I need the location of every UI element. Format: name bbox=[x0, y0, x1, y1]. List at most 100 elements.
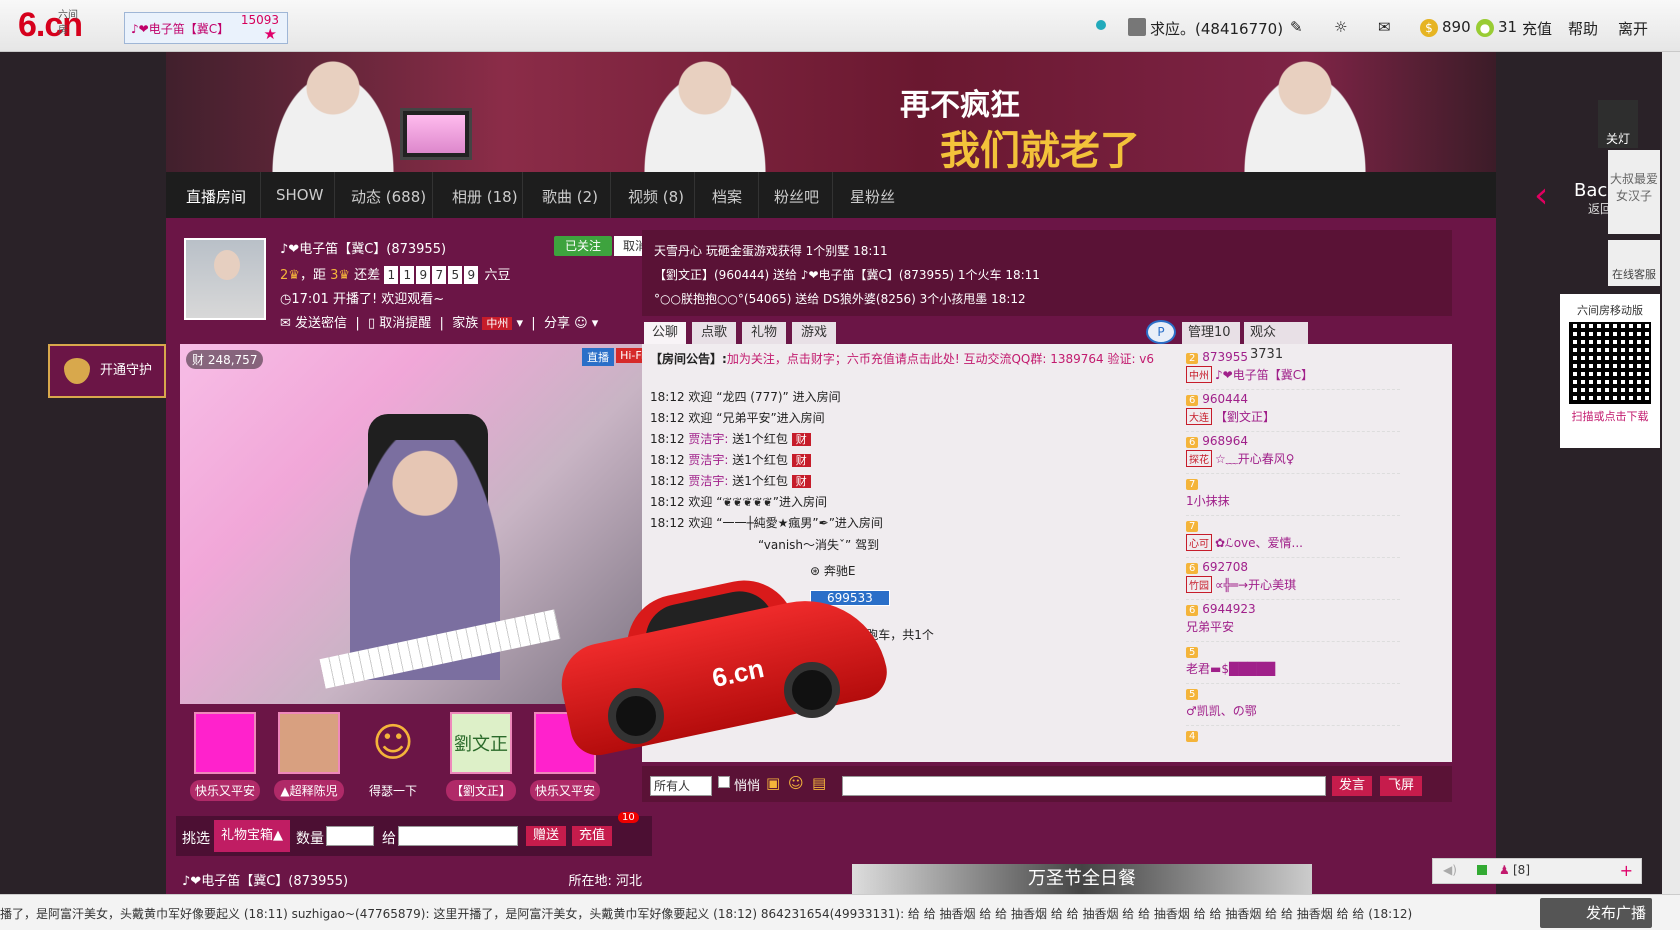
list-item[interactable]: 6 960444 大连 【劉文正】 bbox=[1186, 392, 1400, 432]
chat-user[interactable]: 贾洁宇: bbox=[688, 432, 728, 446]
chat-input[interactable] bbox=[842, 776, 1326, 796]
nav-profile[interactable]: 档案 bbox=[712, 186, 742, 207]
help-link[interactable]: 帮助 bbox=[1568, 18, 1598, 39]
recipient-input[interactable] bbox=[398, 826, 518, 846]
qr-code bbox=[1569, 322, 1651, 404]
chat-text: 送1个红包 bbox=[728, 474, 788, 488]
nav-album[interactable]: 相册 (18) bbox=[452, 186, 518, 207]
status-dot-icon[interactable] bbox=[1096, 18, 1106, 34]
fly-screen-button[interactable]: 飞屏 bbox=[1380, 776, 1422, 796]
chat-user[interactable]: 贾洁宇: bbox=[688, 453, 728, 467]
list-item[interactable]: 7 1小抹抹 bbox=[1186, 476, 1400, 516]
tab-audience[interactable]: 观众3731 bbox=[1244, 322, 1308, 362]
chat-target-select[interactable]: 所有人 bbox=[650, 776, 712, 796]
room-tab-label: ♪❤电子笛【冀C】 bbox=[131, 22, 230, 36]
mini-status-bar: ◀) ♟ [8] + bbox=[1432, 858, 1642, 884]
phone-icon: ▯ bbox=[367, 316, 376, 331]
nav-show[interactable]: SHOW bbox=[276, 186, 323, 204]
online-service-button[interactable]: 在线客服 bbox=[1608, 240, 1660, 286]
image-icon[interactable]: ▣ bbox=[766, 774, 780, 792]
leave-link[interactable]: 离开 bbox=[1618, 18, 1648, 39]
send-secret-msg-link[interactable]: 发送密信 bbox=[295, 316, 347, 331]
follow-button[interactable]: 已关注 bbox=[554, 236, 612, 256]
qty-input[interactable] bbox=[326, 826, 374, 846]
user-name: 1小抹抹 bbox=[1186, 494, 1230, 508]
level-badge: 6 bbox=[1186, 563, 1199, 574]
user-id: 968964 bbox=[1202, 434, 1249, 448]
open-guard-button[interactable]: 开通守护 bbox=[48, 344, 166, 398]
gift-notice-panel: 天雪丹心 玩砸金蛋游戏获得 1个别墅 18:11 【劉文正】(960444) 送… bbox=[642, 230, 1452, 316]
nav-starfans[interactable]: 星粉丝 bbox=[850, 186, 895, 207]
list-item[interactable]: 6 692708 竹园 ∝╬═→开心美琪 bbox=[1186, 560, 1400, 600]
broadcast-button[interactable]: 发布广播 bbox=[1540, 898, 1652, 928]
whisper-label: 悄悄 bbox=[734, 779, 761, 794]
gift-item[interactable]: 劉文正 【劉文正】 bbox=[446, 712, 516, 808]
list-item[interactable]: 6 6944923 兄弟平安 bbox=[1186, 602, 1400, 642]
announcement-text[interactable]: 加为关注，点击财字；六币充值请点击此处! 互动交流QQ群: 1389764 验证… bbox=[727, 352, 1154, 366]
recharge-link[interactable]: 充值 bbox=[1522, 18, 1552, 39]
user-name[interactable]: 求应。(48416770) bbox=[1150, 18, 1283, 39]
gift-item[interactable]: 快乐又平安 bbox=[190, 712, 260, 808]
room-tab[interactable]: ♪❤电子笛【冀C】 15093 ★ bbox=[124, 12, 288, 44]
gift-item[interactable]: ▲超释陈児 bbox=[274, 712, 344, 808]
cancel-reminder-link[interactable]: 取消提醒 bbox=[379, 316, 431, 331]
tab-admins[interactable]: 管理10 bbox=[1182, 322, 1240, 344]
digit: 5 bbox=[448, 266, 463, 284]
site-logo[interactable]: 6.cn 六间房 bbox=[18, 6, 83, 45]
send-gift-button[interactable]: 赠送 bbox=[526, 826, 566, 846]
user-list: 2 873955 中州 ♪❤电子笛【冀C】 6 960444 大连 【劉文正】 6 96… bbox=[1182, 344, 1402, 762]
giftbox-button[interactable]: 礼物宝箱▲ bbox=[214, 820, 290, 852]
tab-games[interactable]: 游戏 bbox=[792, 322, 836, 344]
banner: 再不疯狂 我们就老了 bbox=[0, 52, 1680, 174]
list-item[interactable]: 6 968964 探花 ☆﹏开心春风♀ bbox=[1186, 434, 1400, 474]
list-item[interactable]: 5 ♂凯凯、の鄂 bbox=[1186, 686, 1400, 726]
list-item[interactable]: 7 心可 ✿ℒove、爱情... bbox=[1186, 518, 1400, 558]
tab-public-chat[interactable]: 公聊 bbox=[644, 322, 686, 344]
nav-live[interactable]: 直播房间 bbox=[186, 186, 246, 207]
speak-button[interactable]: 发言 bbox=[1332, 776, 1372, 796]
speaker-icon[interactable]: ◀) bbox=[1443, 863, 1457, 877]
nav-fanbar[interactable]: 粉丝吧 bbox=[774, 186, 819, 207]
fire-count: 财 248,757 bbox=[186, 350, 264, 369]
list-item[interactable]: 2 873955 中州 ♪❤电子笛【冀C】 bbox=[1186, 350, 1400, 390]
level-badge: 2 bbox=[1186, 353, 1199, 364]
tab-gifts[interactable]: 礼物 bbox=[742, 322, 786, 344]
notice-line: °○○朕抱抱○○°(54065) 送给 DS狼外婆(8256) 3个小孩甩墨 1… bbox=[654, 292, 1026, 306]
share-link[interactable]: 分享 bbox=[544, 316, 570, 331]
nav-videos[interactable]: 视频 (8) bbox=[628, 186, 684, 207]
halloween-ad[interactable]: 万圣节全日餐 bbox=[852, 864, 1312, 894]
gift-label: 快乐又平安 bbox=[530, 780, 600, 801]
host-footer-location: 所在地: 河北 bbox=[568, 874, 642, 889]
nav-songs[interactable]: 歌曲 (2) bbox=[542, 186, 598, 207]
scrollbar[interactable] bbox=[1662, 52, 1680, 894]
whisper-checkbox[interactable] bbox=[718, 776, 730, 788]
user-avatar[interactable] bbox=[1128, 18, 1146, 40]
settings-icon[interactable]: ☼ bbox=[1334, 18, 1347, 36]
list-item[interactable]: 4 bbox=[1186, 728, 1400, 762]
family-label: 家族 bbox=[452, 316, 479, 331]
plus-icon[interactable]: + bbox=[1620, 861, 1633, 880]
user-name: ♂凯凯、の鄂 bbox=[1186, 704, 1257, 718]
edit-icon[interactable]: ✎ bbox=[1290, 18, 1303, 36]
chat-tabs: 公聊 点歌 礼物 游戏 P bbox=[642, 320, 1182, 344]
list-item[interactable]: 5 老君▬$█████ bbox=[1186, 644, 1400, 684]
lights-off-button[interactable]: 关灯 bbox=[1598, 100, 1638, 148]
side-ad[interactable]: 大叔最爱 女汉子 bbox=[1608, 150, 1660, 234]
mobile-qr-box[interactable]: 六间房移动版 扫描或点击下载 bbox=[1560, 294, 1660, 448]
bubble-icon[interactable]: ▤ bbox=[812, 774, 826, 792]
family-tag[interactable]: 中州 bbox=[482, 317, 513, 330]
qr-sub[interactable]: 扫描或点击下载 bbox=[1560, 408, 1660, 424]
gift-image-text: 劉文正 bbox=[450, 712, 512, 774]
emoji-icon[interactable]: ☺ bbox=[788, 774, 804, 792]
nav-dynamic[interactable]: 动态 (688) bbox=[351, 186, 426, 207]
chat-user[interactable]: 贾洁宇: bbox=[688, 474, 728, 488]
gift-item[interactable]: ☺ 得瑟一下 bbox=[358, 712, 428, 808]
tab-song-request[interactable]: 点歌 bbox=[692, 322, 736, 344]
mail-icon[interactable]: ✉ bbox=[1378, 18, 1391, 36]
redpack-icon: 财 bbox=[791, 475, 811, 488]
host-avatar[interactable] bbox=[184, 238, 266, 320]
level-badge: 6 bbox=[1186, 605, 1199, 616]
p4-icon[interactable]: P bbox=[1146, 320, 1176, 344]
recharge-button[interactable]: 充值 bbox=[572, 826, 612, 846]
chat-row: 18:12 贾洁宇: 送1个红包 财 bbox=[650, 430, 811, 447]
